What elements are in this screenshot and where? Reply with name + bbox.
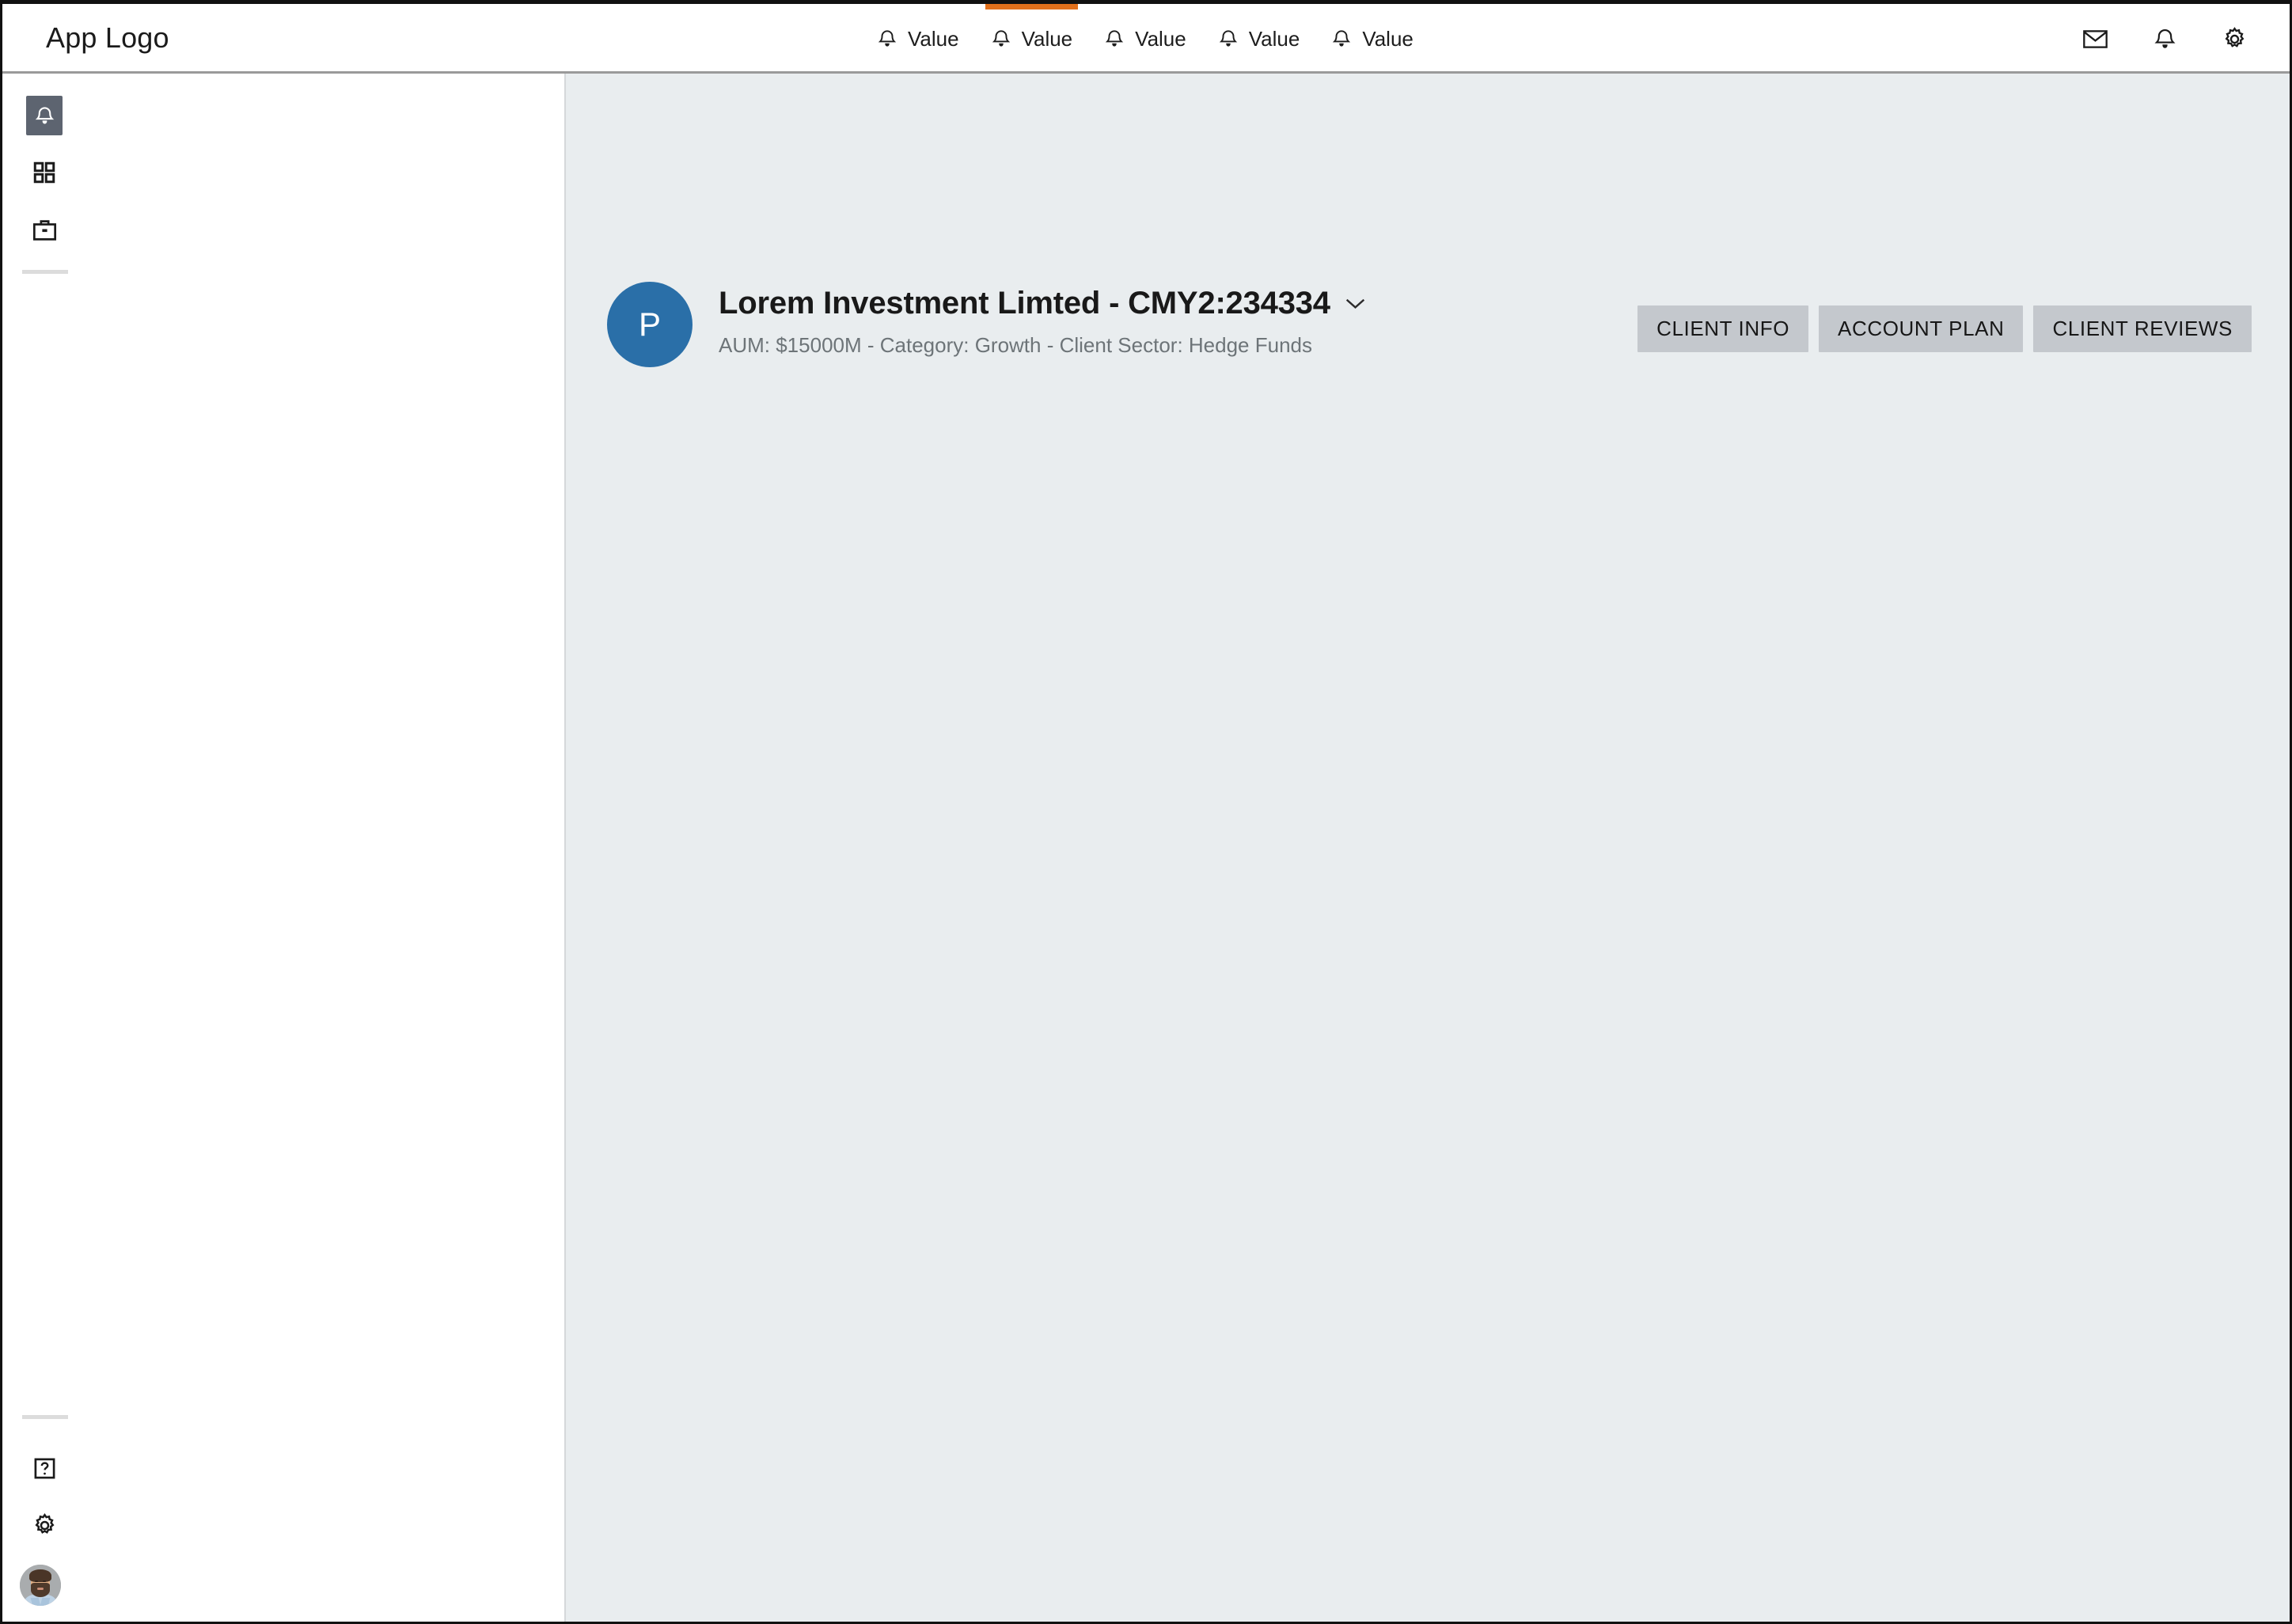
- topnav-item-2[interactable]: Value: [975, 4, 1089, 74]
- help-icon: [33, 1457, 56, 1480]
- bell-icon: [991, 28, 1011, 50]
- sidebar-top-group: [2, 74, 564, 274]
- sidebar-divider-top: [22, 270, 68, 274]
- client-actions: CLIENT INFO ACCOUNT PLAN CLIENT REVIEWS: [1637, 279, 2252, 352]
- sidebar-divider-bottom: [22, 1415, 68, 1419]
- client-meta: Lorem Investment Limted - CMY2:234334 AU…: [719, 279, 1637, 358]
- sidebar-tile: [26, 210, 63, 249]
- sidebar-item-portfolio[interactable]: [10, 201, 78, 258]
- notifications-button[interactable]: [2147, 21, 2182, 56]
- client-title-row: Lorem Investment Limted - CMY2:234334: [719, 286, 1637, 321]
- topnav-label: Value: [908, 26, 959, 51]
- topnav-item-4[interactable]: Value: [1202, 4, 1316, 74]
- sidebar-item-settings[interactable]: [10, 1497, 78, 1554]
- topnav-label: Value: [1135, 26, 1186, 51]
- bell-icon: [34, 104, 55, 127]
- topnav-label: Value: [1021, 26, 1073, 51]
- sidebar-tile: [26, 1505, 63, 1545]
- sidebar-tile: [26, 96, 63, 135]
- main-content: P Lorem Investment Limted - CMY2:234334 …: [566, 74, 2290, 1622]
- top-navigation: Value Value Value Value Value: [861, 4, 1429, 74]
- sidebar: [2, 74, 566, 1622]
- gear-icon: [32, 1512, 58, 1539]
- top-bar: App Logo Value Value Value Value Value: [2, 4, 2290, 74]
- bell-icon: [2153, 26, 2177, 52]
- bell-icon: [877, 28, 897, 50]
- top-bar-actions: [2078, 4, 2252, 74]
- topnav-label: Value: [1248, 26, 1300, 51]
- client-avatar: P: [607, 282, 693, 367]
- client-reviews-button[interactable]: CLIENT REVIEWS: [2033, 305, 2252, 352]
- topnav-item-3[interactable]: Value: [1088, 4, 1202, 74]
- bell-icon: [1104, 28, 1125, 50]
- client-info-button[interactable]: CLIENT INFO: [1637, 305, 1809, 352]
- topnav-label: Value: [1362, 26, 1414, 51]
- settings-button[interactable]: [2217, 21, 2252, 56]
- sidebar-item-help[interactable]: [10, 1440, 78, 1497]
- sidebar-item-apps[interactable]: [10, 144, 78, 201]
- grid-icon: [32, 161, 56, 184]
- client-header: P Lorem Investment Limted - CMY2:234334 …: [607, 279, 2252, 367]
- mail-icon: [2082, 28, 2108, 50]
- topnav-item-1[interactable]: Value: [861, 4, 975, 74]
- bell-icon: [1331, 28, 1352, 50]
- app-window: App Logo Value Value Value Value Value P…: [0, 0, 2292, 1624]
- sidebar-tile: [26, 1448, 63, 1488]
- account-plan-button[interactable]: ACCOUNT PLAN: [1819, 305, 2024, 352]
- bell-icon: [1218, 28, 1239, 50]
- messages-button[interactable]: [2078, 21, 2112, 56]
- topnav-item-5[interactable]: Value: [1315, 4, 1429, 74]
- gear-icon: [2222, 26, 2248, 52]
- client-subtitle: AUM: $15000M - Category: Growth - Client…: [719, 333, 1312, 357]
- briefcase-icon: [32, 218, 57, 241]
- sidebar-bottom-group: [2, 1403, 564, 1606]
- app-logo: App Logo: [46, 21, 169, 54]
- chevron-down-icon[interactable]: [1345, 297, 1366, 310]
- page-title: Lorem Investment Limted - CMY2:234334: [719, 286, 1330, 321]
- sidebar-item-alerts[interactable]: [10, 87, 78, 144]
- sidebar-tile: [26, 153, 63, 192]
- user-avatar[interactable]: [20, 1565, 61, 1606]
